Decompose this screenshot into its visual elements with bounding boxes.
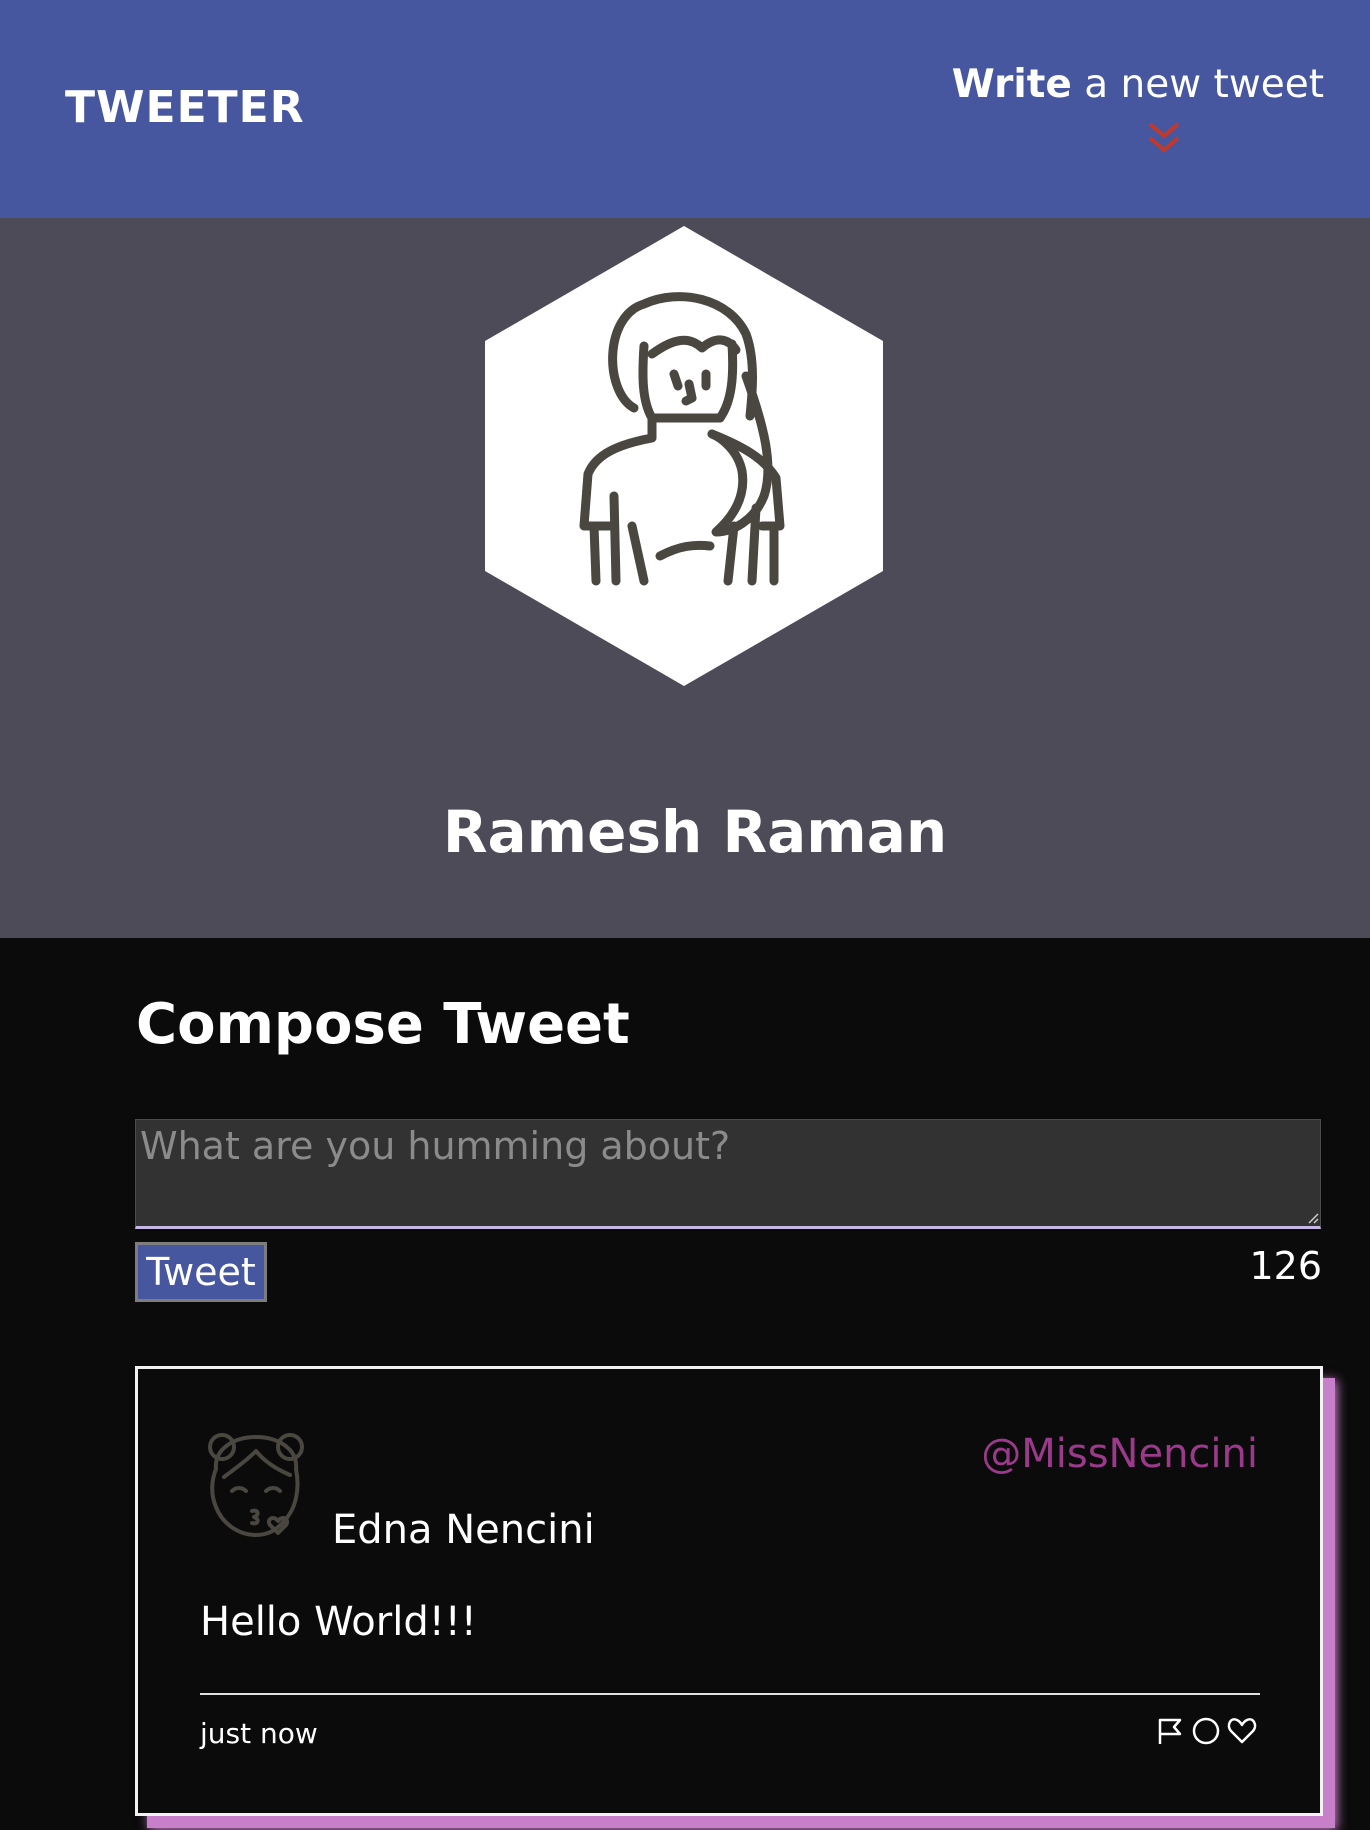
tweet-textarea[interactable] [135,1119,1321,1229]
compose-title: Compose Tweet [136,992,630,1057]
tweet-card: Edna Nencini @MissNencini Hello World!!!… [135,1366,1323,1816]
tweet-actions [1154,1714,1258,1748]
tweet-submit-button[interactable]: Tweet [135,1242,267,1302]
circle-retweet-icon[interactable] [1190,1714,1222,1748]
tweet-author-name: Edna Nencini [332,1507,595,1553]
girl-kiss-avatar-icon [208,1433,304,1537]
char-counter: 126 [1249,1244,1322,1288]
write-rest-text: a new tweet [1071,62,1324,107]
write-new-tweet-link[interactable]: Write a new tweet [952,62,1324,107]
heart-icon[interactable] [1226,1714,1258,1748]
tweet-author-handle: @MissNencini [981,1431,1258,1477]
top-nav: TWEETER Write a new tweet [0,0,1370,218]
tweet-divider [200,1693,1260,1695]
brand-logo[interactable]: TWEETER [65,82,305,133]
double-chevron-down-icon[interactable] [1144,118,1184,158]
tweet-timestamp: just now [200,1717,318,1750]
write-strong-text: Write [951,62,1072,107]
resize-grip-icon[interactable] [1307,1212,1319,1224]
flag-icon[interactable] [1154,1714,1186,1748]
profile-name: Ramesh Raman [442,798,948,866]
tweet-text: Hello World!!! [200,1599,477,1645]
woman-avatar-icon [485,226,883,686]
profile-header: Ramesh Raman [0,218,1370,938]
